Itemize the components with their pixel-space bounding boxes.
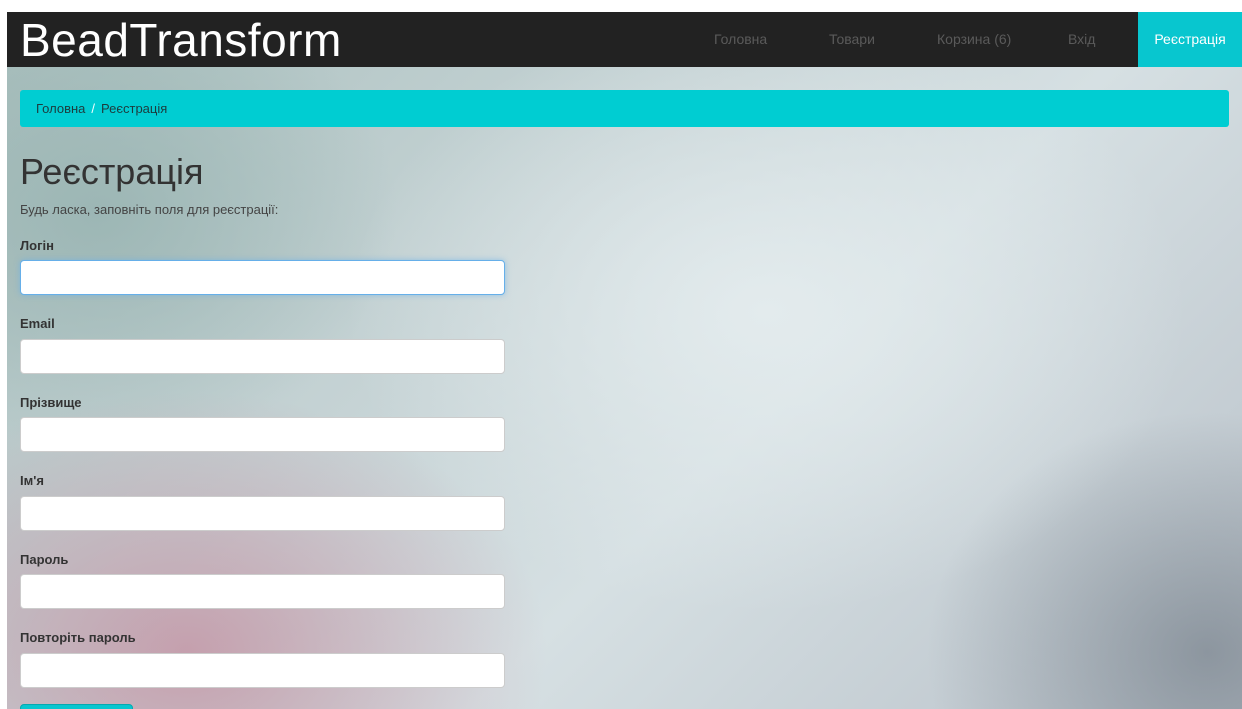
nav-item-cart[interactable]: Корзина (6) (937, 12, 1011, 67)
nav-item-register[interactable]: Реєстрація (1138, 12, 1242, 67)
breadcrumb-item-home[interactable]: Головна (36, 101, 85, 116)
register-submit-button[interactable] (20, 704, 133, 709)
nav-item-login[interactable]: Вхід (1068, 12, 1095, 67)
email-input[interactable] (20, 339, 505, 374)
navbar: BeadTransform Головна Товари Корзина (6)… (7, 12, 1242, 67)
surname-input[interactable] (20, 417, 505, 452)
password-confirm-input[interactable] (20, 653, 505, 688)
first-name-label: Ім'я (20, 473, 44, 488)
login-label: Логін (20, 238, 54, 253)
breadcrumb: Головна / Реєстрація (20, 90, 1229, 127)
page-title: Реєстрація (20, 151, 204, 192)
nav-item-home[interactable]: Головна (714, 12, 767, 67)
password-confirm-label: Повторіть пароль (20, 630, 136, 645)
login-input[interactable] (20, 260, 505, 295)
brand-logo[interactable]: BeadTransform (20, 14, 342, 66)
first-name-input[interactable] (20, 496, 505, 531)
password-input[interactable] (20, 574, 505, 609)
nav-item-products[interactable]: Товари (829, 12, 875, 67)
breadcrumb-item-current: Реєстрація (101, 101, 168, 116)
surname-label: Прізвище (20, 395, 82, 410)
password-label: Пароль (20, 552, 69, 567)
form-intro-text: Будь ласка, заповніть поля для реєстраці… (20, 202, 279, 217)
email-label: Email (20, 316, 55, 331)
breadcrumb-separator: / (91, 101, 96, 116)
page-frame: BeadTransform Головна Товари Корзина (6)… (7, 12, 1242, 709)
